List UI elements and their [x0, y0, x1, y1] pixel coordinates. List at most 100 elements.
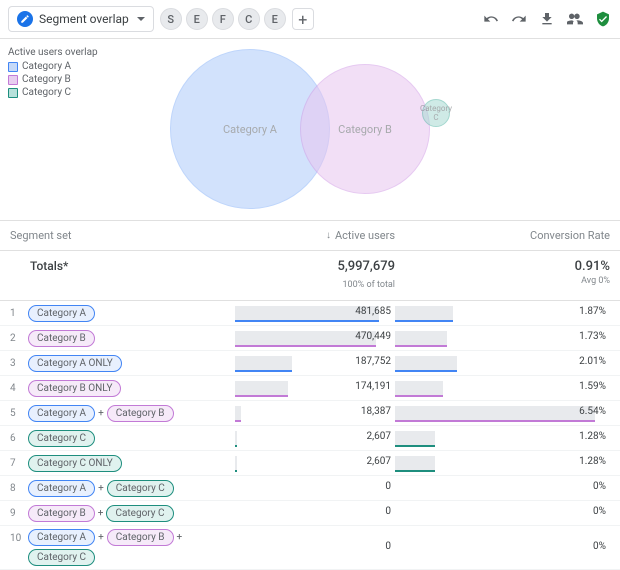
bar-bg — [235, 406, 241, 420]
share-icon[interactable] — [566, 10, 584, 28]
segment-tag[interactable]: Category B ONLY — [28, 380, 121, 397]
table-header: Segment set ↓ Active users Conversion Ra… — [0, 221, 620, 251]
segment-tag[interactable]: Category A — [28, 480, 95, 497]
topbar: Segment overlap SEFCE + — [0, 0, 620, 39]
table-row[interactable]: 1Category A481,6851.87% — [0, 301, 620, 326]
conv-value: 0% — [593, 506, 606, 517]
conv-bar-cell: 1.59% — [395, 379, 610, 397]
legend: Active users overlap Category ACategory … — [8, 47, 98, 100]
users-bar-cell: 2,607 — [235, 429, 395, 447]
conv-line — [395, 345, 447, 347]
conv-value: 0% — [593, 541, 606, 552]
legend-title: Active users overlap — [8, 47, 98, 58]
conv-bar-cell: 0% — [395, 539, 610, 557]
conv-bar-cell: 1.87% — [395, 304, 610, 322]
segment-overlap-button[interactable]: Segment overlap — [8, 6, 154, 32]
plus-separator: + — [98, 483, 104, 494]
bar-bg — [235, 431, 237, 445]
col-segment-set[interactable]: Segment set — [10, 229, 235, 242]
segment-tag[interactable]: Category B — [107, 405, 174, 422]
chip-c[interactable]: C — [238, 8, 260, 30]
col-conversion-rate[interactable]: Conversion Rate — [395, 229, 610, 242]
conv-bg — [395, 356, 457, 370]
undo-icon[interactable] — [482, 10, 500, 28]
chip-s[interactable]: S — [160, 8, 182, 30]
segment-tag[interactable]: Category C — [28, 430, 95, 447]
users-bar-cell: 174,191 — [235, 379, 395, 397]
row-tags: Category A+Category B — [28, 405, 235, 422]
chip-e[interactable]: E — [186, 8, 208, 30]
redo-icon[interactable] — [510, 10, 528, 28]
row-number: 6 — [10, 433, 28, 444]
row-tags: Category A — [28, 305, 235, 322]
bar-bg — [235, 381, 288, 395]
legend-label: Category B — [22, 74, 71, 85]
add-button[interactable]: + — [292, 8, 314, 30]
conv-bar-cell: 6.54% — [395, 404, 610, 422]
totals-row: Totals* 5,997,679 100% of total 0.91% Av… — [0, 251, 620, 301]
row-tags: Category C — [28, 430, 235, 447]
users-bar-cell: 0 — [235, 504, 395, 522]
table-body: 1Category A481,6851.87%2Category B470,44… — [0, 301, 620, 570]
bar-bg — [235, 456, 237, 470]
row-number: 3 — [10, 358, 28, 369]
conv-bar-cell: 1.28% — [395, 429, 610, 447]
segment-tag[interactable]: Category B — [107, 529, 174, 546]
users-bar-cell: 0 — [235, 479, 395, 497]
conv-line — [395, 445, 435, 447]
pencil-icon — [17, 11, 33, 27]
segment-tag[interactable]: Category C — [28, 549, 95, 566]
chip-e[interactable]: E — [264, 8, 286, 30]
conv-line — [395, 395, 443, 397]
segment-tag[interactable]: Category A ONLY — [28, 355, 122, 372]
row-tags: Category A+Category C — [28, 480, 235, 497]
segment-tag[interactable]: Category A — [28, 529, 95, 546]
table-row[interactable]: 8Category A+Category C00% — [0, 476, 620, 501]
table-row[interactable]: 6Category C 2,607 1.28% — [0, 426, 620, 451]
topbar-right — [482, 10, 612, 28]
table-row[interactable]: 5Category A+Category B18,3876.54% — [0, 401, 620, 426]
table-row[interactable]: 9Category B+Category C00% — [0, 501, 620, 526]
conv-value: 6.54% — [579, 406, 606, 417]
segment-tag[interactable]: Category B — [28, 330, 95, 347]
segment-overlap-label: Segment overlap — [39, 12, 129, 26]
shield-icon[interactable] — [594, 10, 612, 28]
row-number: 10 — [10, 529, 28, 544]
col-active-users[interactable]: ↓ Active users — [235, 229, 395, 242]
legend-label: Category C — [22, 87, 71, 98]
row-number: 2 — [10, 333, 28, 344]
segment-tag[interactable]: Category C ONLY — [28, 455, 122, 472]
users-value: 470,449 — [355, 331, 391, 342]
legend-item: Category B — [8, 74, 98, 85]
segment-tag[interactable]: Category C — [107, 480, 174, 497]
row-number: 1 — [10, 308, 28, 319]
table-row[interactable]: 4Category B ONLY 174,1911.59% — [0, 376, 620, 401]
legend-swatch — [8, 75, 18, 85]
totals-users-sub: 100% of total — [342, 280, 395, 290]
venn-chart: Active users overlap Category ACategory … — [0, 39, 620, 221]
bar-line — [235, 345, 376, 347]
row-number: 5 — [10, 408, 28, 419]
table-row[interactable]: 7Category C ONLY2,6071.28% — [0, 451, 620, 476]
download-icon[interactable] — [538, 10, 556, 28]
segment-tag[interactable]: Category A — [28, 405, 95, 422]
table-row[interactable]: 10Category A+Category B+Category C00% — [0, 526, 620, 570]
table-row[interactable]: 3Category A ONLY187,7522.01% — [0, 351, 620, 376]
bar-line — [235, 420, 241, 422]
totals-label: Totals* — [10, 259, 235, 290]
segment-tag[interactable]: Category C — [106, 505, 173, 522]
chevron-down-icon — [137, 17, 145, 21]
row-number: 4 — [10, 383, 28, 394]
bar-line — [235, 320, 379, 322]
plus-separator: + — [98, 508, 104, 519]
conv-value: 2.01% — [579, 356, 606, 367]
conv-value: 1.28% — [579, 431, 606, 442]
conv-bar-cell: 2.01% — [395, 354, 610, 372]
bar-line — [235, 445, 237, 447]
chip-f[interactable]: F — [212, 8, 234, 30]
table-row[interactable]: 2Category B470,4491.73% — [0, 326, 620, 351]
segment-tag[interactable]: Category A — [28, 305, 95, 322]
legend-swatch — [8, 62, 18, 72]
segment-tag[interactable]: Category B — [28, 505, 95, 522]
conv-value: 1.28% — [579, 456, 606, 467]
